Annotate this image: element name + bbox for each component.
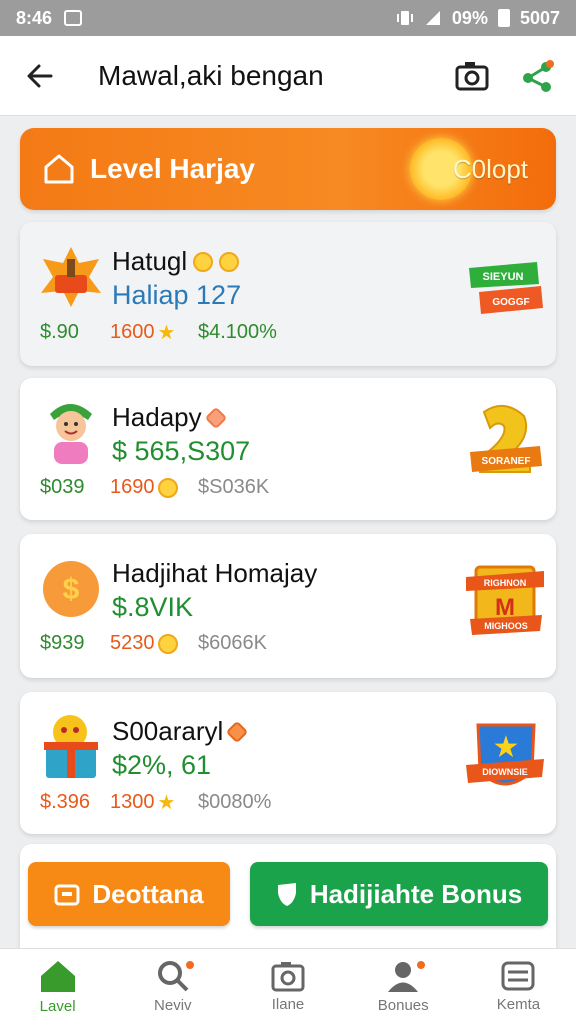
star-icon: ★ <box>157 322 176 344</box>
trophy-icon <box>38 244 104 310</box>
signal-icon <box>425 11 440 25</box>
badge-top-text: SIEYUN <box>483 271 524 283</box>
camera-button[interactable] <box>452 56 492 96</box>
back-arrow-icon <box>27 64 53 87</box>
badge-bottom-text: GOGGF <box>492 297 529 308</box>
stat-points: 5230 <box>110 632 155 654</box>
gift-box-icon <box>38 714 104 780</box>
status-signal-text: 5007 <box>519 7 560 28</box>
main-content: Level Harjay C0lopt Hatugl Haliap 127 $.… <box>0 116 576 948</box>
coin-icon <box>157 477 178 498</box>
smiley-coin-icon <box>219 251 240 272</box>
stat-percent: $0080% <box>198 791 272 813</box>
offer-card[interactable]: Hadapy $ 565,S307 $039 1690 $S036K SORAN… <box>20 378 556 520</box>
nav-label: Neviv <box>154 997 192 1014</box>
notification-dot <box>184 959 197 971</box>
card-stats: $039 1690 $S036K <box>40 476 269 499</box>
stat-points: 1600 <box>110 321 155 343</box>
stat-price: $939 <box>40 632 85 654</box>
badge-top-text: RIGHNON <box>484 578 527 588</box>
card-amount: Haliap 127 <box>112 280 242 310</box>
gem-icon <box>204 406 227 429</box>
camera-icon <box>455 61 489 90</box>
stat-price: $039 <box>40 476 85 498</box>
deottana-button[interactable]: Deottana <box>28 862 230 926</box>
nav-item-neviv[interactable]: Neviv <box>115 949 230 1024</box>
star-icon: ★ <box>157 792 176 814</box>
vibrate-icon <box>396 11 413 25</box>
card-stats: $.90 1600 ★ $4.100% <box>40 320 277 345</box>
nav-item-kemta[interactable]: Kemta <box>461 949 576 1024</box>
action-panel: Deottana Hadijiahte Bonus <box>20 844 556 948</box>
banner-badge-text: C0lopt <box>452 153 528 184</box>
stat-price: $.90 <box>40 321 79 343</box>
menu-icon <box>501 961 535 991</box>
offer-card[interactable]: $ Hadjihat Homajay $.8VIK $939 5230 $606… <box>20 534 556 678</box>
card-amount: $ 565,S307 <box>112 436 251 466</box>
card-name: Hadjihat Homajay <box>112 558 318 588</box>
nav-item-ilane[interactable]: Ilane <box>230 949 345 1024</box>
stat-amount: $6066K <box>198 632 267 654</box>
share-icon <box>523 59 554 92</box>
battery-icon <box>497 9 510 27</box>
home-icon <box>40 961 75 992</box>
offer-card[interactable]: Hatugl Haliap 127 $.90 1600 ★ $4.100% SIE… <box>20 222 556 366</box>
status-bar: 8:46 09% 5007 <box>0 0 576 36</box>
bonus-label: Hadijiahte Bonus <box>309 878 523 909</box>
number-badge: SORANEF <box>464 400 546 492</box>
share-button[interactable] <box>518 56 558 96</box>
offer-card[interactable]: S00araryl $2%, 61 $.396 1300 ★ $0080% ★ D… <box>20 692 556 834</box>
camera-icon <box>271 962 305 992</box>
nav-label: Bonues <box>377 997 429 1014</box>
svg-text:$: $ <box>63 573 80 606</box>
card-name: Hadapy <box>112 402 202 432</box>
star-shield-badge: ★ DIOWNSIE <box>464 714 546 806</box>
bag-icon <box>54 884 80 906</box>
card-amount: $.8VIK <box>112 592 194 622</box>
nav-label: Lavel <box>39 998 76 1015</box>
bonus-button[interactable]: Hadijiahte Bonus <box>250 862 548 926</box>
status-time: 8:46 <box>16 7 53 28</box>
stat-points: 1300 <box>110 791 155 813</box>
stat-amount: $S036K <box>198 476 270 498</box>
card-name: S00araryl <box>112 716 224 746</box>
dollar-coin-icon: $ <box>38 556 104 622</box>
card-stats: $939 5230 $6066K <box>40 632 267 655</box>
deottana-label: Deottana <box>92 878 204 909</box>
character-avatar <box>38 400 104 466</box>
badge-bottom-text: MIGHOOS <box>484 621 528 631</box>
ribbon-badge: SIEYUN GOGGF <box>464 244 546 336</box>
nav-label: Kemta <box>496 996 541 1013</box>
bottom-navigation: Lavel Neviv Ilane Bonues Kemta <box>0 948 576 1024</box>
svg-text:★: ★ <box>493 730 520 765</box>
nav-item-bonues[interactable]: Bonues <box>346 949 461 1024</box>
back-button[interactable] <box>18 54 62 98</box>
card-amount: $2%, 61 <box>112 750 212 780</box>
notification-dot <box>414 959 427 971</box>
coin-icon <box>193 251 214 272</box>
banner-title: Level Harjay <box>90 153 255 184</box>
badge-text: SORANEF <box>482 456 531 467</box>
stat-percent: $4.100% <box>198 321 277 343</box>
page-title: Mawal,aki bengan <box>98 59 324 91</box>
card-name: Hatugl <box>112 246 188 276</box>
notification-icon <box>64 10 83 26</box>
home-icon <box>44 154 74 184</box>
sun-badge: C0lopt <box>404 134 534 204</box>
level-banner[interactable]: Level Harjay C0lopt <box>20 128 556 210</box>
battery-percent: 09% <box>451 7 488 28</box>
nav-label: Ilane <box>271 996 305 1013</box>
gem-icon <box>225 720 249 743</box>
shield-badge: RIGHNON M MIGHOOS <box>464 556 546 648</box>
app-bar: Mawal,aki bengan <box>0 36 576 116</box>
card-stats: $.396 1300 ★ $0080% <box>40 790 271 815</box>
stat-price: $.396 <box>40 791 91 813</box>
stat-points: 1690 <box>110 476 155 498</box>
nav-item-lavel[interactable]: Lavel <box>0 949 115 1024</box>
coin-icon <box>157 633 178 654</box>
shield-icon <box>277 883 296 906</box>
badge-text: DIOWNSIE <box>482 767 528 777</box>
